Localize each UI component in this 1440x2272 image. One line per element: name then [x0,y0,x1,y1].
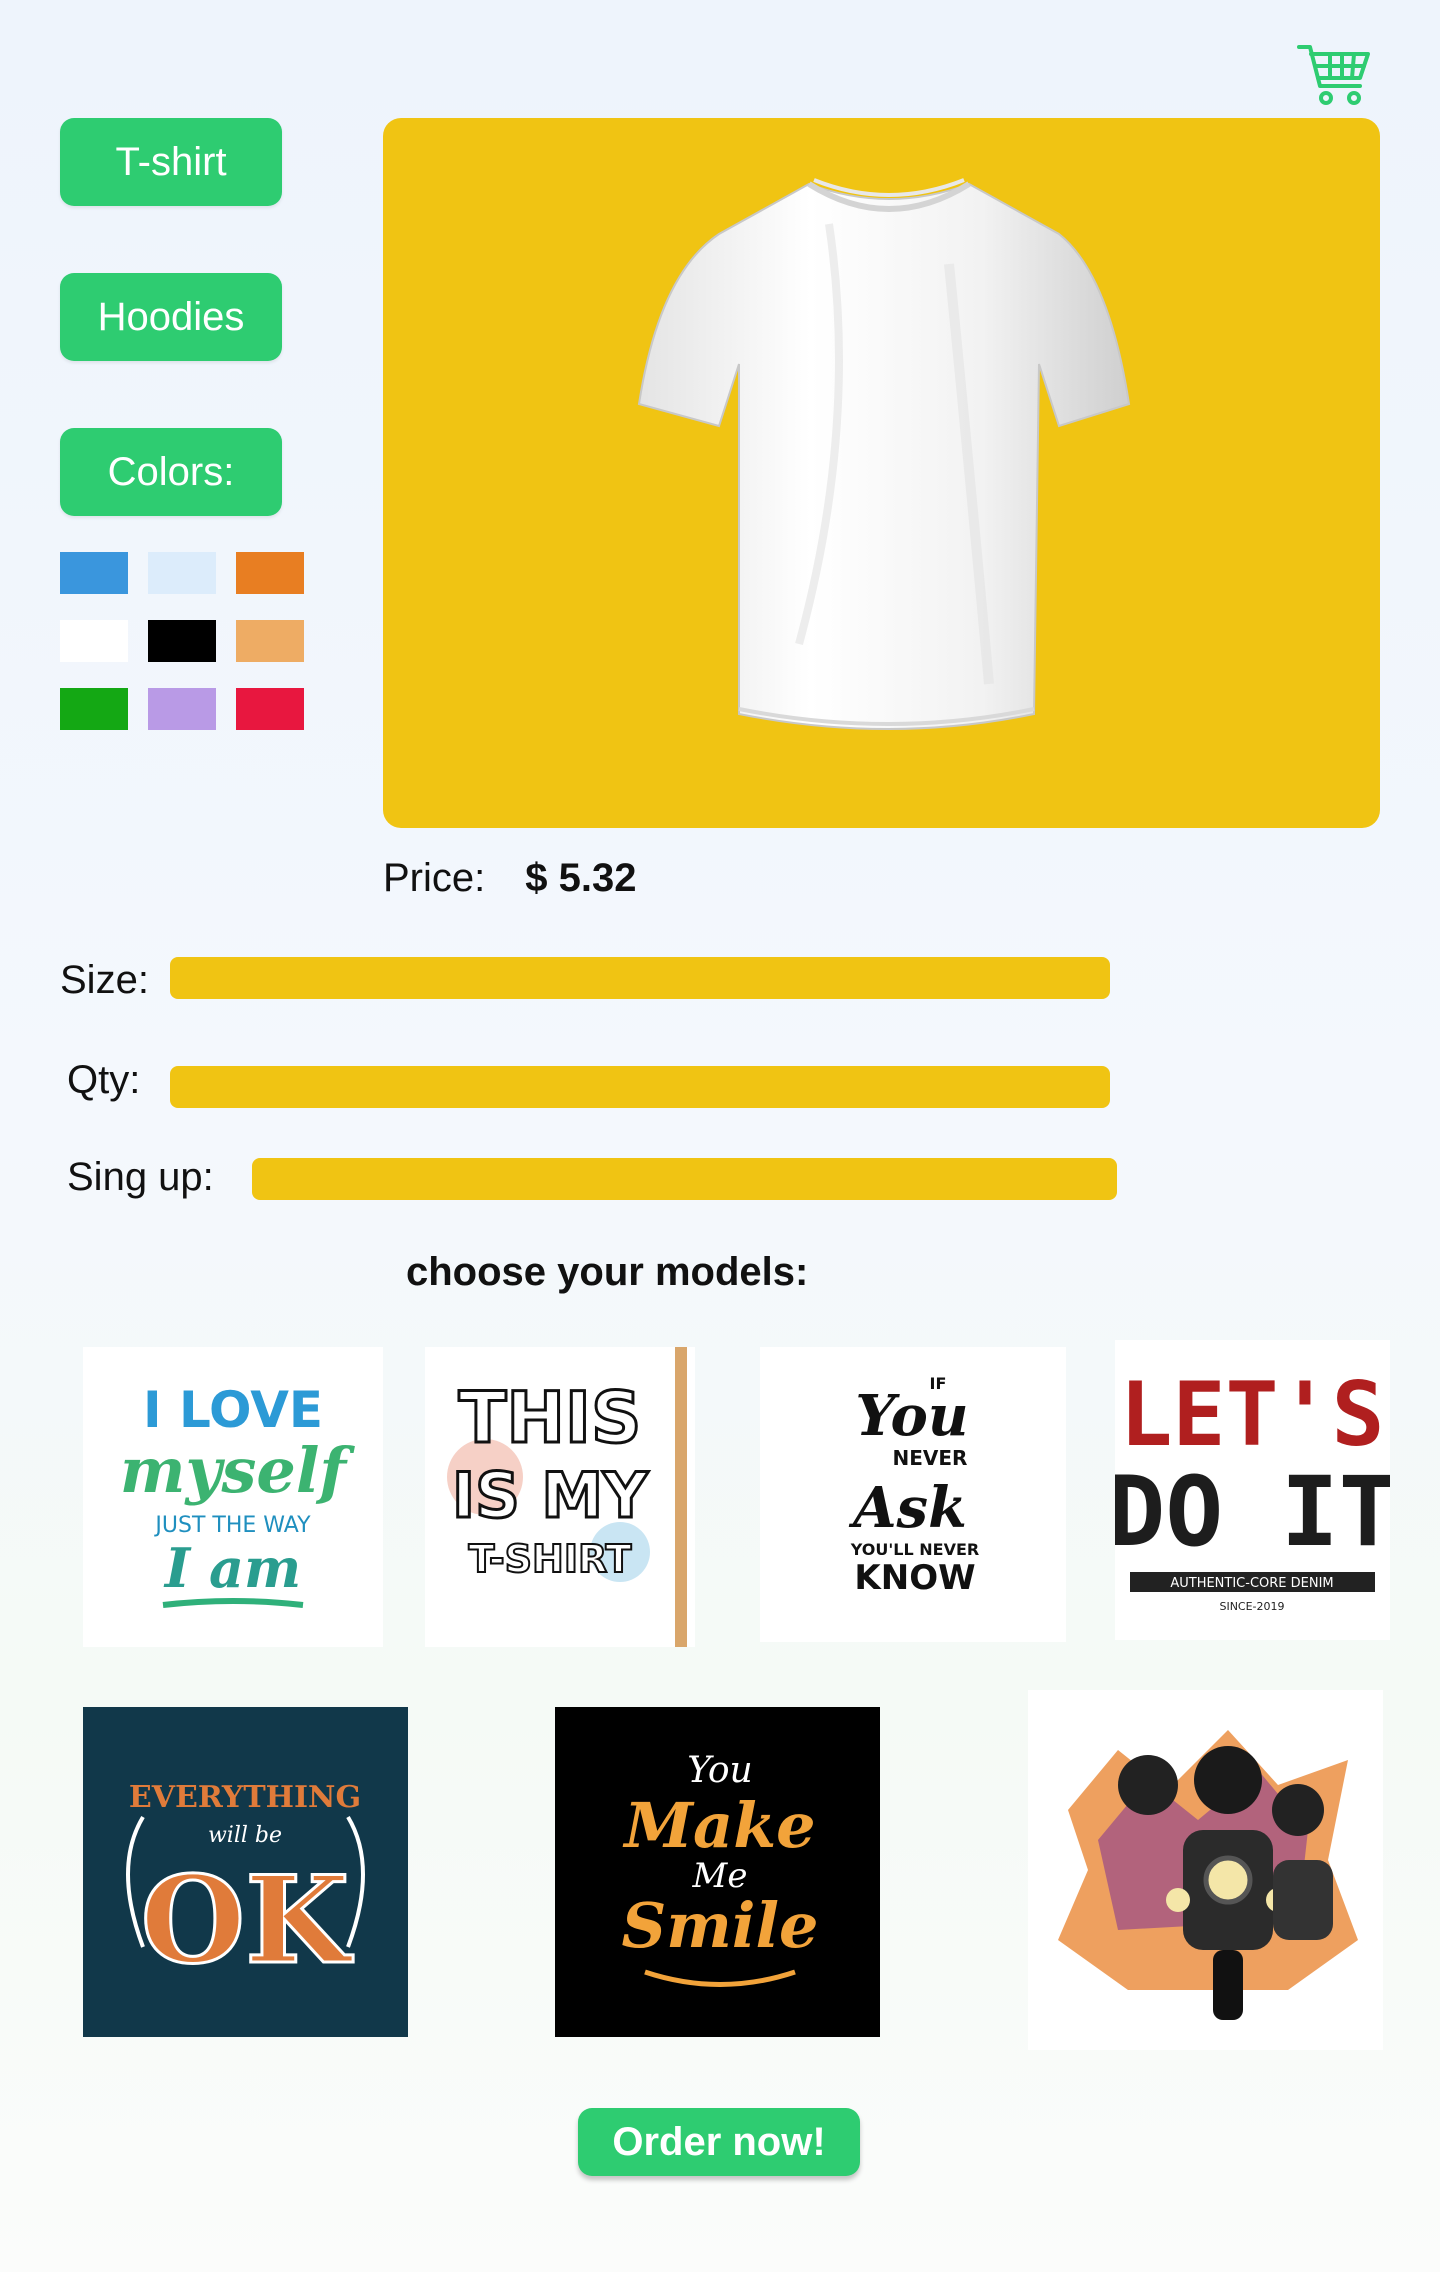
m5-line1: EVERYTHING [129,1780,361,1815]
m2-line2: IS MY [452,1459,649,1532]
m1-line1: I LOVE [143,1381,323,1439]
color-swatch[interactable] [148,688,216,730]
qty-field[interactable] [170,1066,1110,1108]
hoodies-category-button[interactable]: Hoodies [60,273,282,361]
m4-since: SINCE-2019 [1219,1600,1284,1613]
m4-line2: DO IT [1115,1456,1390,1568]
m5-line3: OK [141,1850,354,1991]
m3-youll: YOU'LL NEVER [850,1540,979,1559]
model-if-you-never-ask[interactable]: IF You NEVER Ask YOU'LL NEVER KNOW [760,1347,1066,1642]
m4-band: AUTHENTIC-CORE DENIM [1170,1576,1333,1591]
size-label: Size: [60,958,149,1002]
colors-button[interactable]: Colors: [60,428,282,516]
m5-line2: will be [208,1823,282,1848]
product-preview [383,118,1380,828]
color-swatch[interactable] [148,620,216,662]
size-field[interactable] [170,957,1110,999]
m2-line3: T-SHIRT [469,1537,632,1581]
i-love-myself-design: I LOVE myself JUST THE WAY I am [120,1381,356,1608]
tshirt-label: T-shirt [115,139,227,184]
signup-label: Sing up: [67,1155,214,1199]
models-title: choose your models: [406,1250,809,1294]
color-swatch[interactable] [236,552,304,594]
model-motorcycle-riders[interactable] [1028,1690,1383,2050]
m2-line1: THIS [459,1377,642,1459]
price-row: Price: $ 5.32 [383,856,636,901]
m4-line1: LET'S [1120,1363,1385,1466]
model-this-is-my-tshirt[interactable]: THIS IS MY T-SHIRT [425,1347,695,1647]
color-swatch[interactable] [148,552,216,594]
model-lets-do-it[interactable]: LET'S DO IT AUTHENTIC-CORE DENIM SINCE-2… [1115,1340,1390,1640]
model-you-make-me-smile[interactable]: You Make Me Smile [555,1707,880,2037]
m6-line4: Smile [622,1889,819,1962]
qty-label: Qty: [67,1058,141,1102]
signup-field[interactable] [252,1158,1117,1200]
order-now-button[interactable]: Order now! [578,2108,860,2176]
m1-line4: I am [163,1536,301,1600]
color-swatch[interactable] [60,688,128,730]
m6-line1: You [687,1750,753,1791]
m1-line3: JUST THE WAY [153,1513,311,1538]
m3-you: You [855,1383,968,1449]
m3-ask: Ask [848,1475,967,1541]
shopping-cart-icon[interactable] [1296,42,1372,108]
everything-will-be-ok-design: EVERYTHING will be OK [126,1780,365,1993]
if-you-never-ask-design: IF You NEVER Ask YOU'LL NEVER KNOW [848,1374,979,1598]
you-make-me-smile-design: You Make Me Smile [622,1750,819,1987]
tshirt-category-button[interactable]: T-shirt [60,118,282,206]
hoodies-label: Hoodies [97,294,245,339]
colors-label: Colors: [107,449,235,494]
m3-know: KNOW [854,1558,975,1598]
color-swatch[interactable] [60,552,128,594]
model-i-love-myself[interactable]: I LOVE myself JUST THE WAY I am [83,1347,383,1647]
order-now-label: Order now! [612,2119,826,2164]
color-swatch[interactable] [236,620,304,662]
lets-do-it-design: LET'S DO IT AUTHENTIC-CORE DENIM SINCE-2… [1115,1363,1390,1613]
m3-never: NEVER [893,1446,968,1470]
m6-line2: Make [622,1789,815,1862]
tshirt-image [637,178,1131,730]
color-swatch[interactable] [60,620,128,662]
this-is-my-tshirt-design: THIS IS MY T-SHIRT [447,1347,687,1647]
color-swatch[interactable] [236,688,304,730]
price-value: $ 5.32 [525,856,637,900]
price-label: Price: [383,856,486,900]
color-swatches [60,552,304,730]
m1-line2: myself [120,1434,356,1507]
motorcycle-riders-image [1058,1730,1358,2020]
model-everything-will-be-ok[interactable]: EVERYTHING will be OK [83,1707,408,2037]
